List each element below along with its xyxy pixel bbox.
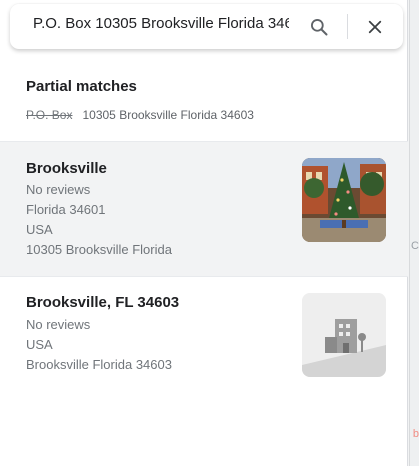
partial-matches-title: Partial matches: [26, 78, 137, 95]
matched-text: 10305 Brooksville Florida 34603: [82, 108, 254, 122]
result-country: USA: [26, 222, 53, 237]
result-address-line: Brooksville Florida 34603: [26, 357, 172, 372]
close-button[interactable]: [362, 14, 388, 40]
result-reviews: No reviews: [26, 317, 91, 332]
result-reviews: No reviews: [26, 182, 91, 197]
result-name: Brooksville, FL 34603: [26, 294, 180, 311]
search-input[interactable]: P.O. Box 10305 Brooksville Florida 34603: [33, 15, 289, 39]
search-icon: [311, 19, 328, 36]
map-label: b: [412, 428, 419, 440]
partial-match-address: P.O. Box 10305 Brooksville Florida 34603: [26, 108, 254, 122]
search-divider: [347, 14, 348, 39]
close-icon: [368, 20, 382, 34]
christmas-tree-photo: [302, 158, 386, 242]
result-name: Brooksville: [26, 160, 107, 177]
map-label: C: [411, 240, 419, 252]
map-canvas-edge[interactable]: C b: [409, 0, 419, 466]
result-country: USA: [26, 337, 53, 352]
search-button[interactable]: [306, 14, 332, 40]
search-box: P.O. Box 10305 Brooksville Florida 34603: [10, 4, 403, 49]
result-item[interactable]: Brooksville No reviews Florida 34601 USA…: [0, 142, 408, 276]
unmatched-text: P.O. Box: [26, 108, 73, 122]
result-thumbnail: [302, 293, 386, 377]
search-results-panel: P.O. Box 10305 Brooksville Florida 34603…: [0, 0, 408, 466]
result-thumbnail: [302, 158, 386, 242]
result-address-line: 10305 Brooksville Florida: [26, 242, 172, 257]
result-address-line: Florida 34601: [26, 202, 106, 217]
building-placeholder-icon: [302, 293, 386, 377]
partial-matches-section[interactable]: Partial matches P.O. Box 10305 Brooksvill…: [0, 62, 408, 142]
result-item[interactable]: Brooksville, FL 34603 No reviews USA Bro…: [0, 277, 408, 387]
